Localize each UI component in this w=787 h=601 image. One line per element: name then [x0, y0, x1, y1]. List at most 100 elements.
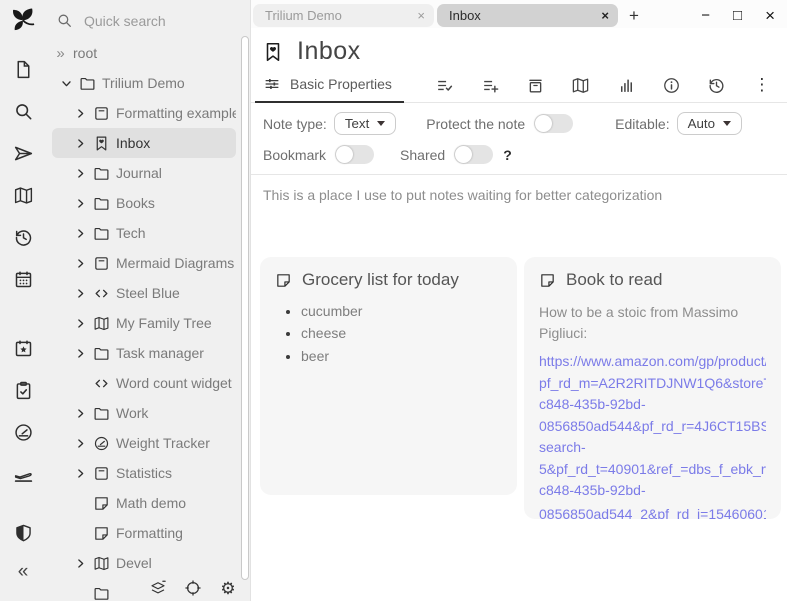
tree-item-devel[interactable]: Devel [52, 548, 162, 578]
tree-item-steel-blue[interactable]: Steel Blue [52, 278, 236, 308]
list-item: cucumber [301, 301, 502, 321]
tree-item-formatting-example[interactable]: Formatting example [52, 98, 236, 128]
link-line[interactable]: 5&pf_rd_t=40901&ref_=dbs_f_ebk_rwt_s [539, 459, 766, 481]
tree-item-statistics[interactable]: Statistics [52, 458, 236, 488]
chevron-right-icon[interactable] [74, 257, 87, 270]
maximize-button[interactable]: □ [733, 7, 742, 24]
book-contents-icon [93, 465, 110, 482]
gauge-icon [13, 422, 34, 443]
collapse-sidebar-button[interactable]: « [6, 555, 40, 589]
tree-item-tech[interactable]: Tech [52, 218, 236, 248]
launcher-bar: « [0, 0, 46, 601]
calendar-star-icon [13, 338, 34, 359]
tree-item-task-manager[interactable]: Task manager [52, 338, 236, 368]
note-revisions-button[interactable] [704, 72, 730, 98]
recent-changes-button[interactable] [6, 220, 40, 254]
chevron-right-icon[interactable] [74, 467, 87, 480]
tree-item-trilium-demo[interactable]: Trilium Demo [52, 68, 236, 98]
link-line[interactable]: search- [539, 437, 766, 459]
chevron-down-icon[interactable] [60, 77, 73, 90]
owned-attributes-button[interactable] [432, 72, 458, 98]
close-tab-icon[interactable]: × [417, 8, 425, 23]
chevron-right-icon[interactable] [74, 317, 87, 330]
protected-session-button[interactable] [6, 516, 40, 550]
jump-to-note-button[interactable] [6, 136, 40, 170]
tree-item-my-family-tree[interactable]: My Family Tree [52, 308, 236, 338]
chevron-right-icon[interactable] [74, 347, 87, 360]
bookmarks-calendar-button[interactable] [6, 331, 40, 365]
protect-note-toggle[interactable] [534, 114, 573, 133]
note-info-button[interactable] [658, 72, 684, 98]
tree-item-work[interactable]: Work [52, 398, 236, 428]
search-icon [56, 12, 73, 29]
folder-icon [79, 75, 96, 92]
tree-item-label: My Family Tree [116, 315, 212, 331]
new-note-button[interactable] [6, 52, 40, 86]
link-line[interactable]: c848-435b-92bd- [539, 480, 766, 502]
note-content[interactable]: This is a place I use to put notes waiti… [251, 175, 787, 601]
minimize-button[interactable]: − [701, 7, 710, 24]
tree-scrollbar[interactable] [241, 36, 249, 580]
calendar-button[interactable] [6, 262, 40, 296]
travel-tracker-button[interactable] [6, 457, 40, 491]
link-line[interactable]: c848-435b-92bd- [539, 394, 766, 416]
link-line[interactable]: 0856850ad544&pf_rd_r=4J6CT15BS4X8 [539, 416, 766, 438]
gauge-icon [93, 435, 110, 452]
search-button[interactable] [6, 94, 40, 128]
more-options-button[interactable]: ⋮ [749, 72, 775, 98]
editable-select[interactable]: Auto [677, 112, 742, 135]
tree-item-books[interactable]: Books [52, 188, 236, 218]
inherited-attributes-button[interactable] [477, 72, 503, 98]
note-title[interactable]: Inbox [297, 37, 361, 66]
caret-down-icon [377, 121, 385, 126]
scroll-to-active-note-button[interactable] [183, 578, 203, 598]
window-controls: − □ × [701, 6, 779, 26]
tab-trilium-demo[interactable]: Trilium Demo × [253, 4, 434, 27]
note-paths-button[interactable] [523, 72, 549, 98]
task-manager-button[interactable] [6, 373, 40, 407]
settings-button[interactable]: ⚙ [218, 578, 238, 598]
tree-item-root[interactable]: » root [52, 38, 236, 68]
chevron-right-icon[interactable] [74, 437, 87, 450]
chevron-right-icon[interactable] [74, 227, 87, 240]
collapse-tree-button[interactable] [148, 578, 168, 598]
tree-item-mermaid-diagrams[interactable]: Mermaid Diagrams [52, 248, 236, 278]
amazon-link[interactable]: https://www.amazon.com/gp/product/B pf_r… [539, 351, 766, 519]
chevron-right-icon[interactable] [74, 167, 87, 180]
tab-inbox[interactable]: Inbox × [437, 4, 618, 27]
shared-toggle[interactable] [454, 145, 493, 164]
close-window-button[interactable]: × [765, 6, 775, 26]
shared-help-icon[interactable]: ? [503, 147, 512, 163]
link-line[interactable]: https://www.amazon.com/gp/product/B [539, 351, 766, 373]
clipboard-check-icon [13, 380, 34, 401]
tree-item-formatting[interactable]: Formatting [52, 518, 236, 548]
tree-item-journal[interactable]: Journal [52, 158, 236, 188]
bookmark-label: Bookmark [263, 147, 326, 163]
dashboard-button[interactable] [6, 415, 40, 449]
new-tab-button[interactable]: + [629, 6, 639, 26]
note-type-select[interactable]: Text [334, 112, 396, 135]
chevron-right-icon[interactable] [74, 407, 87, 420]
chevron-right-icon[interactable] [74, 137, 87, 150]
chevron-right-icon[interactable] [74, 557, 87, 570]
root-expander-icon[interactable]: » [54, 45, 67, 62]
link-line[interactable]: pf_rd_m=A2R2RITDJNW1Q6&storeType= [539, 373, 766, 395]
note-statistics-button[interactable] [613, 72, 639, 98]
tree-item-word-count-widget[interactable]: Word count widget [52, 368, 236, 398]
bookmark-toggle[interactable] [335, 145, 374, 164]
note-map-button[interactable] [6, 178, 40, 212]
toggle-right-pane-button[interactable] [753, 42, 773, 62]
tree-item-weight-tracker[interactable]: Weight Tracker [52, 428, 236, 458]
chevron-right-icon[interactable] [74, 107, 87, 120]
included-note-title-grocery[interactable]: Grocery list for today [275, 270, 502, 290]
included-note-title-book[interactable]: Book to read [539, 270, 766, 290]
tree-item-math-demo[interactable]: Math demo [52, 488, 236, 518]
quick-search-input[interactable]: Quick search [46, 0, 250, 38]
tab-basic-properties[interactable]: Basic Properties [255, 68, 404, 103]
close-tab-icon[interactable]: × [601, 8, 609, 23]
chevron-right-icon[interactable] [74, 287, 87, 300]
note-map-button[interactable] [568, 72, 594, 98]
tree-item-inbox[interactable]: Inbox [52, 128, 236, 158]
link-line-last[interactable]: 0856850ad544_2&pf_rd_i=154606011↗ [539, 502, 766, 520]
chevron-right-icon[interactable] [74, 197, 87, 210]
